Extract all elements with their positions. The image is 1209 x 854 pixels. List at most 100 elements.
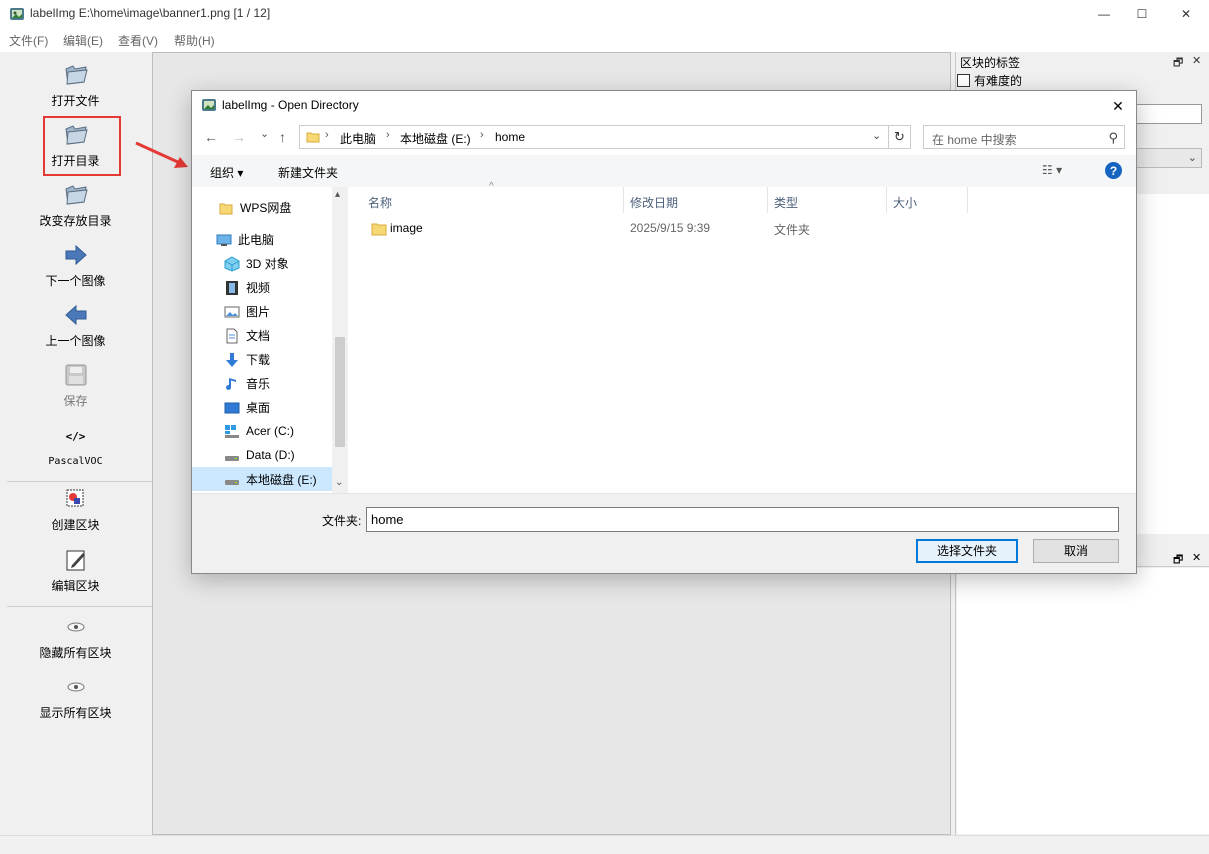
nav-item-desktop[interactable]: 桌面 (224, 399, 270, 416)
maximize-icon: ☐ (1136, 7, 1148, 21)
file-list-panel[interactable] (957, 568, 1209, 834)
folder-input[interactable]: home (366, 507, 1119, 532)
nav-item-label: 音乐 (246, 377, 271, 391)
toolbar-divider (7, 481, 152, 482)
nav-item-drive-c[interactable]: Acer (C:) (224, 423, 294, 439)
labelimg-app-icon (202, 99, 216, 111)
refresh-icon: ↻ (894, 129, 905, 144)
next-image-button[interactable]: 下一个图像 (3, 242, 148, 289)
nav-item-label: 桌面 (246, 401, 271, 415)
create-box-icon (66, 489, 83, 507)
prev-image-button[interactable]: 上一个图像 (3, 302, 148, 349)
back-arrow-icon[interactable]: ← (204, 129, 218, 145)
up-arrow-icon[interactable]: ↑ (279, 129, 286, 145)
nav-item-downloads[interactable]: 下载 (224, 351, 270, 368)
edit-box-button[interactable]: 编辑区块 (3, 547, 148, 594)
desktop-icon (224, 402, 240, 413)
refresh-button[interactable]: ↻ (889, 125, 911, 149)
dock-close-icon[interactable]: ✕ (1192, 54, 1201, 67)
command-bar: 组织 ▾ 新建文件夹 ☷ ▾ ? (192, 155, 1136, 187)
search-placeholder: 在 home 中搜索 (932, 133, 1017, 147)
save-button[interactable]: 保存 (3, 362, 148, 409)
recent-locations-icon[interactable]: ⌄ (260, 127, 269, 140)
nav-item-label: 视频 (246, 281, 271, 295)
cancel-button[interactable]: 取消 (1033, 539, 1119, 563)
nav-item-drive-e[interactable]: 本地磁盘 (E:) (192, 467, 332, 491)
menu-edit[interactable]: 编辑(E) (63, 32, 103, 49)
computer-icon (216, 234, 232, 246)
difficult-checkbox[interactable]: 有难度的 (957, 72, 1022, 89)
window-title: labelImg E:\home\image\banner1.png [1 / … (30, 6, 271, 20)
nav-item-3d-objects[interactable]: 3D 对象 (224, 255, 289, 272)
table-row[interactable]: image 2025/9/15 9:39 文件夹 (352, 217, 1132, 239)
scrollbar-thumb[interactable] (335, 337, 345, 447)
change-save-dir-button[interactable]: 改变存放目录 (3, 182, 148, 229)
nav-item-videos[interactable]: 视频 (224, 279, 270, 296)
show-all-button[interactable]: 显示所有区块 (3, 674, 148, 721)
scroll-down-icon[interactable]: ⌄ (335, 477, 343, 488)
column-header-name[interactable]: 名称 (362, 187, 624, 213)
document-icon (226, 328, 238, 343)
label-combo[interactable]: ⌄ (1134, 148, 1202, 168)
dialog-titlebar: labelImg - Open Directory ✕ (192, 91, 1136, 121)
navigation-scrollbar[interactable]: ▴ ⌄ (332, 187, 348, 493)
search-input[interactable]: 在 home 中搜索 ⚲ (923, 125, 1125, 149)
windows-drive-icon (225, 425, 239, 438)
highlight-box (43, 116, 121, 176)
nav-item-music[interactable]: 音乐 (224, 375, 270, 392)
select-folder-button[interactable]: 选择文件夹 (916, 539, 1018, 563)
edit-icon (66, 550, 85, 571)
nav-item-label: 下载 (246, 353, 271, 367)
column-header-size[interactable]: 大小 (887, 187, 968, 213)
breadcrumb-local-disk-e[interactable]: 本地磁盘 (E:) (400, 130, 471, 147)
folder-label: 文件夹: (322, 514, 362, 528)
menu-help[interactable]: 帮助(H) (174, 32, 215, 49)
forward-arrow-icon[interactable]: → (232, 129, 246, 145)
menu-file[interactable]: 文件(F) (9, 32, 48, 49)
column-header-date[interactable]: 修改日期 (624, 187, 768, 213)
download-icon (226, 352, 238, 367)
help-icon[interactable]: ? (1105, 162, 1122, 179)
folder-icon (219, 203, 233, 214)
create-box-label: 创建区块 (51, 518, 100, 532)
view-options-icon[interactable]: ☷ ▾ (1042, 163, 1062, 177)
prev-image-label: 上一个图像 (45, 334, 106, 348)
labelimg-app-icon (10, 8, 24, 20)
menu-view[interactable]: 查看(V) (118, 32, 158, 49)
create-box-button[interactable]: 创建区块 (3, 486, 148, 533)
hide-all-button[interactable]: 隐藏所有区块 (3, 614, 148, 661)
arrow-left-icon (64, 304, 86, 326)
breadcrumb-home[interactable]: home (495, 130, 525, 144)
file-date: 2025/9/15 9:39 (630, 221, 711, 235)
scroll-up-icon[interactable]: ▴ (335, 189, 340, 200)
nav-item-documents[interactable]: 文档 (224, 327, 270, 344)
folder-open-icon (64, 65, 88, 85)
navigation-pane: WPS网盘 此电脑 3D 对象 视频 图片 文档 下载 音乐 桌面 Acer (… (192, 187, 348, 493)
nav-item-wps-drive[interactable]: WPS网盘 (218, 199, 291, 216)
new-folder-button[interactable]: 新建文件夹 (278, 164, 338, 181)
dock-float-icon[interactable]: 🗗 (1173, 54, 1183, 73)
maximize-button[interactable]: ☐ (1119, 0, 1165, 28)
breadcrumb-this-pc[interactable]: 此电脑 (340, 130, 376, 147)
close-button[interactable]: ✕ (1163, 0, 1209, 28)
minimize-icon: — (1098, 7, 1110, 21)
nav-item-this-pc[interactable]: 此电脑 (216, 231, 274, 248)
organize-button[interactable]: 组织 ▾ (210, 164, 243, 181)
dock-close-icon[interactable]: ✕ (1192, 551, 1201, 564)
save-label: 保存 (63, 394, 88, 408)
nav-item-drive-d[interactable]: Data (D:) (224, 447, 295, 463)
format-button[interactable]: </> PascalVOC (3, 426, 148, 467)
address-bar[interactable]: › 此电脑 › 本地磁盘 (E:) › home ⌄ (299, 125, 889, 149)
address-chevron-down-icon[interactable]: ⌄ (872, 129, 881, 142)
nav-item-pictures[interactable]: 图片 (224, 303, 270, 320)
folder-open-icon (64, 185, 88, 205)
film-icon (226, 280, 238, 295)
label-input[interactable] (1134, 104, 1202, 124)
dialog-close-button[interactable]: ✕ (1106, 94, 1130, 118)
format-label: PascalVOC (48, 456, 103, 467)
code-icon: </> (65, 430, 86, 443)
open-file-button[interactable]: 打开文件 (3, 62, 148, 109)
column-header-type[interactable]: 类型 (768, 187, 887, 213)
save-icon (65, 364, 86, 386)
breadcrumb-separator-icon: › (480, 129, 484, 141)
